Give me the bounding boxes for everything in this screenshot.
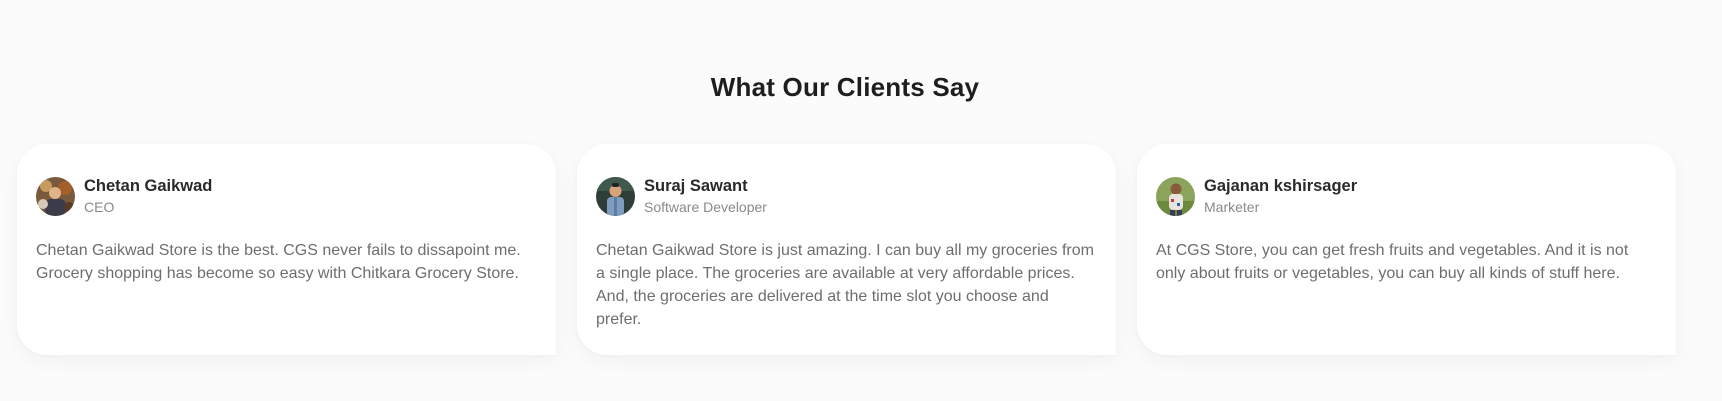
testimonial-header: Chetan Gaikwad CEO bbox=[36, 176, 536, 217]
testimonial-card: Suraj Sawant Software Developer Chetan G… bbox=[577, 144, 1116, 355]
testimonial-card: Chetan Gaikwad CEO Chetan Gaikwad Store … bbox=[17, 144, 556, 355]
author-name: Gajanan kshirsager bbox=[1204, 177, 1358, 195]
avatar-icon bbox=[596, 177, 635, 216]
author-role: Marketer bbox=[1204, 199, 1260, 215]
testimonial-header: Suraj Sawant Software Developer bbox=[596, 176, 1096, 217]
testimonials-section: What Our Clients Say Chetan Gaikwad CEO … bbox=[0, 0, 1722, 401]
testimonial-quote: At CGS Store, you can get fresh fruits a… bbox=[1156, 242, 1629, 282]
testimonial-header: Gajanan kshirsager Marketer bbox=[1156, 176, 1656, 217]
author-meta: Gajanan kshirsager Marketer bbox=[1204, 176, 1357, 217]
author-name: Suraj Sawant bbox=[644, 177, 748, 195]
section-title: What Our Clients Say bbox=[710, 72, 980, 102]
testimonial-card: Gajanan kshirsager Marketer At CGS Store… bbox=[1137, 144, 1676, 355]
author-name: Chetan Gaikwad bbox=[84, 177, 213, 195]
author-meta: Suraj Sawant Software Developer bbox=[644, 176, 767, 217]
testimonial-quote: Chetan Gaikwad Store is the best. CGS ne… bbox=[36, 242, 521, 282]
avatar-icon bbox=[36, 177, 75, 216]
author-meta: Chetan Gaikwad CEO bbox=[84, 176, 212, 217]
author-role: Software Developer bbox=[644, 199, 767, 215]
testimonial-cards: Chetan Gaikwad CEO Chetan Gaikwad Store … bbox=[17, 144, 1676, 355]
author-role: CEO bbox=[84, 199, 115, 215]
avatar-icon bbox=[1156, 177, 1195, 216]
testimonial-quote: Chetan Gaikwad Store is just amazing. I … bbox=[596, 242, 1094, 328]
